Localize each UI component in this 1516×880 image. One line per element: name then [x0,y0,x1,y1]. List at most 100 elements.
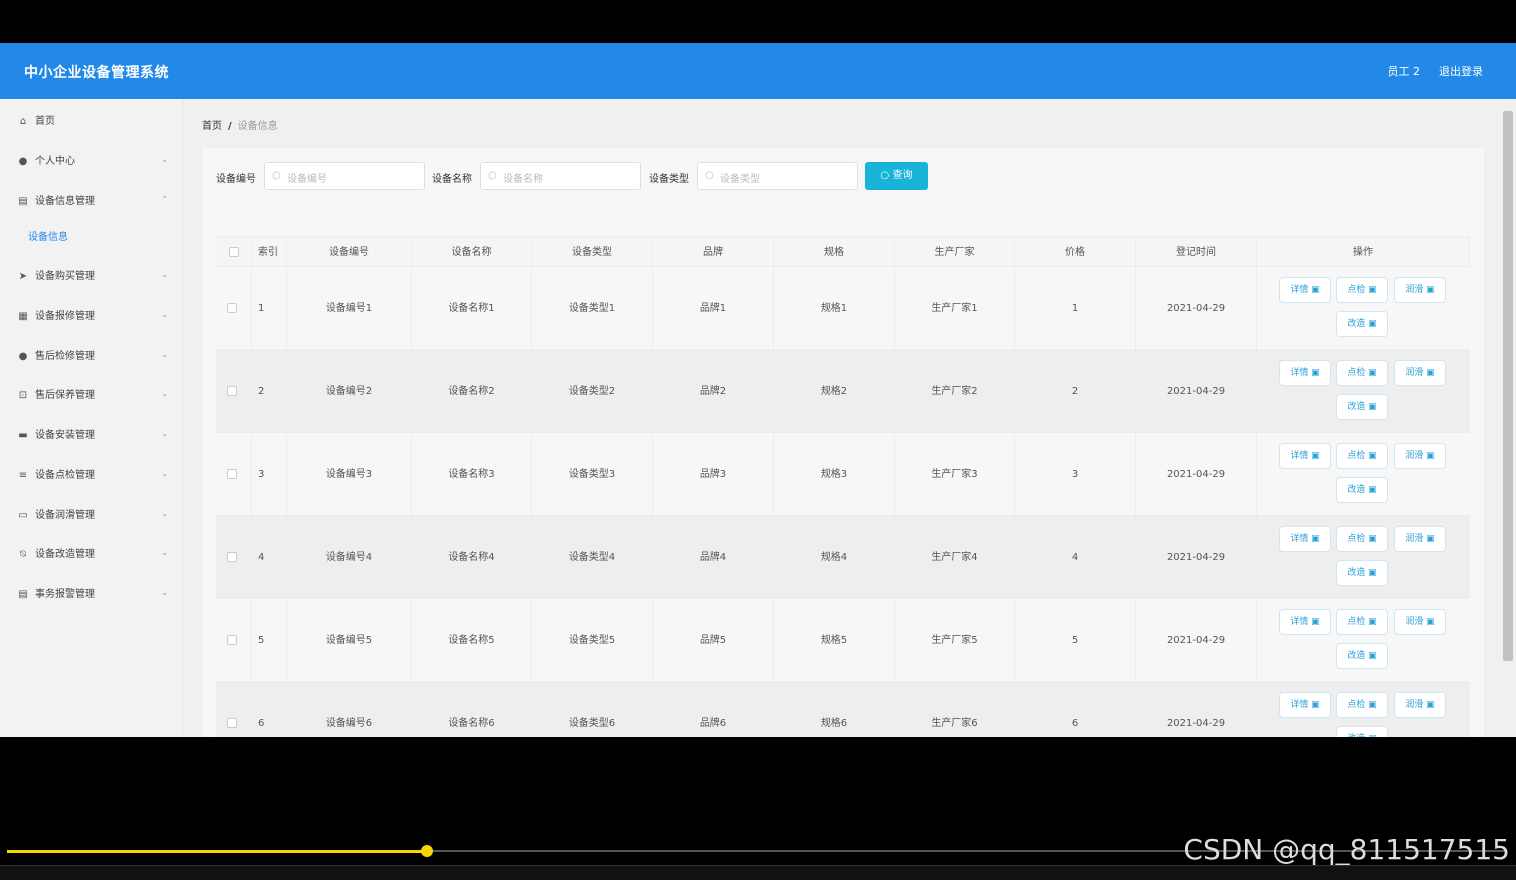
sidebar-item[interactable]: ⌂ 首页 [0,107,183,137]
column-header[interactable]: 价格 [1015,237,1136,268]
detail-button[interactable]: 详情 ▣ [1279,609,1331,635]
chevron-down-icon: ⌄ [161,469,168,478]
column-header[interactable]: 登记时间 [1136,237,1257,268]
sidebar-item[interactable]: ≡ 设备点检管理 ⌄ [0,461,183,491]
sidebar-item-label: 个人中心 [35,156,75,167]
modify-button[interactable]: 改造 ▣ [1336,311,1388,337]
inspect-button[interactable]: 点检 ▣ [1336,609,1388,635]
user-icon: ● [18,156,28,167]
column-header[interactable]: 品牌 [653,237,774,268]
table-cell: 设备编号4 [287,516,412,599]
row-checkbox[interactable] [227,635,237,645]
detail-button[interactable]: 详情 ▣ [1279,443,1331,469]
breadcrumb-home[interactable]: 首页 [202,121,222,132]
row-checkbox[interactable] [227,303,237,313]
sidebar-item[interactable]: ⍉ 设备改造管理 ⌄ [0,540,183,570]
modify-button[interactable]: 改造 ▣ [1336,726,1388,737]
lubricate-button[interactable]: 润滑 ▣ [1394,609,1446,635]
inspect-button[interactable]: 点检 ▣ [1336,443,1388,469]
column-header[interactable]: 生产厂家 [895,237,1015,268]
table-cell: 2 [1015,350,1136,433]
chevron-up-icon: ⌃ [161,195,168,204]
sidebar-item-label: 首页 [35,116,55,127]
table-cell: 规格4 [774,516,895,599]
scrollbar-thumb[interactable] [1503,111,1513,661]
lubricate-button[interactable]: 润滑 ▣ [1394,277,1446,303]
search-input-code[interactable]: ○ 设备编号 [264,162,425,190]
column-header[interactable]: 索引 [252,237,287,268]
search-label-name: 设备名称 [432,174,472,185]
home-icon: ⌂ [19,116,27,127]
table-cell: 设备类型4 [532,516,653,599]
modify-button[interactable]: 改造 ▣ [1336,643,1388,669]
sidebar-item-label: 设备润滑管理 [35,510,95,521]
sidebar-item[interactable]: ● 个人中心 ⌄ [0,147,183,177]
row-checkbox[interactable] [227,552,237,562]
column-header[interactable]: 设备类型 [532,237,653,268]
sidebar-item[interactable]: 设备信息 [0,223,183,253]
row-checkbox[interactable] [227,718,237,728]
column-header[interactable]: 操作 [1257,237,1470,268]
row-checkbox[interactable] [227,469,237,479]
column-header[interactable]: 设备名称 [412,237,532,268]
detail-button[interactable]: 详情 ▣ [1279,692,1331,718]
progress-knob[interactable] [421,845,433,857]
row-checkbox[interactable] [227,386,237,396]
lubricate-button[interactable]: 润滑 ▣ [1394,360,1446,386]
sidebar-item[interactable]: ▬ 设备安装管理 ⌄ [0,421,183,451]
row-select-cell [216,682,252,737]
sidebar-item[interactable]: ▭ 设备润滑管理 ⌄ [0,501,183,531]
table-row: 3 设备编号3 设备名称3 设备类型3 品牌3 规格3 生产厂家3 3 2021-04-29 详情… [216,433,1470,516]
chevron-down-icon: ⌄ [161,429,168,438]
inspect-button[interactable]: 点检 ▣ [1336,360,1388,386]
query-button[interactable]: ○ 查询 [865,162,928,190]
sidebar-item[interactable]: ⊡ 售后保养管理 ⌄ [0,381,183,411]
modify-button[interactable]: 改造 ▣ [1336,394,1388,420]
actions-cell: 详情 ▣点检 ▣润滑 ▣改造 ▣ [1257,599,1470,682]
detail-button[interactable]: 详情 ▣ [1279,277,1331,303]
detail-button[interactable]: 详情 ▣ [1279,526,1331,552]
modify-button[interactable]: 改造 ▣ [1336,560,1388,586]
table-header: 索引 设备编号 设备名称 设备类型 品牌 规格 生产厂家 价格 登记时间 操作 [216,236,1470,268]
sidebar-item-label: 售后检修管理 [35,351,95,362]
modify-button[interactable]: 改造 ▣ [1336,477,1388,503]
search-placeholder-name: 设备名称 [503,174,543,185]
watermark-text: CSDN @qq_811517515 [1183,833,1510,866]
inspect-button[interactable]: 点检 ▣ [1336,692,1388,718]
select-all-checkbox[interactable] [229,247,239,257]
search-icon: ○ [272,170,281,181]
table-row: 2 设备编号2 设备名称2 设备类型2 品牌2 规格2 生产厂家2 2 2021-04-29 详情… [216,350,1470,433]
table-cell: 5 [1015,599,1136,682]
search-input-type[interactable]: ○ 设备类型 [697,162,858,190]
sidebar-item-label: 设备改造管理 [35,549,95,560]
sidebar-item[interactable]: ● 售后检修管理 ⌄ [0,342,183,372]
column-header[interactable]: 规格 [774,237,895,268]
sidebar-item[interactable]: ▤ 事务报警管理 ⌄ [0,580,183,610]
lubricate-button[interactable]: 润滑 ▣ [1394,443,1446,469]
crop-icon: ⊡ [18,390,28,401]
table-cell: 设备名称1 [412,267,532,350]
table-cell: 2021-04-29 [1136,267,1257,350]
video-controls: CSDN @qq_811517515 [0,737,1516,880]
table-cell: 设备编号5 [287,599,412,682]
lubricate-button[interactable]: 润滑 ▣ [1394,526,1446,552]
sidebar-item-label: 设备信息 [28,232,68,243]
sidebar-item[interactable]: ▦ 设备报修管理 ⌄ [0,302,183,332]
table-cell: 1 [1015,267,1136,350]
column-header[interactable]: 设备编号 [287,237,412,268]
inspect-button[interactable]: 点检 ▣ [1336,526,1388,552]
table-cell: 设备名称3 [412,433,532,516]
actions-cell: 详情 ▣点检 ▣润滑 ▣改造 ▣ [1257,350,1470,433]
grid-icon: ▦ [18,311,28,322]
lubricate-button[interactable]: 润滑 ▣ [1394,692,1446,718]
detail-button[interactable]: 详情 ▣ [1279,360,1331,386]
logout-link[interactable]: 退出登录 [1439,63,1483,79]
inspect-button[interactable]: 点检 ▣ [1336,277,1388,303]
current-user[interactable]: 员工 2 [1388,63,1421,79]
taskbar-strip [0,865,1516,880]
table-cell: 规格1 [774,267,895,350]
sidebar-item[interactable]: ▤ 设备信息管理 ⌃ [0,187,183,217]
chevron-down-icon: ⌄ [161,270,168,279]
search-input-name[interactable]: ○ 设备名称 [480,162,641,190]
sidebar-item[interactable]: ➤ 设备购买管理 ⌄ [0,262,183,292]
